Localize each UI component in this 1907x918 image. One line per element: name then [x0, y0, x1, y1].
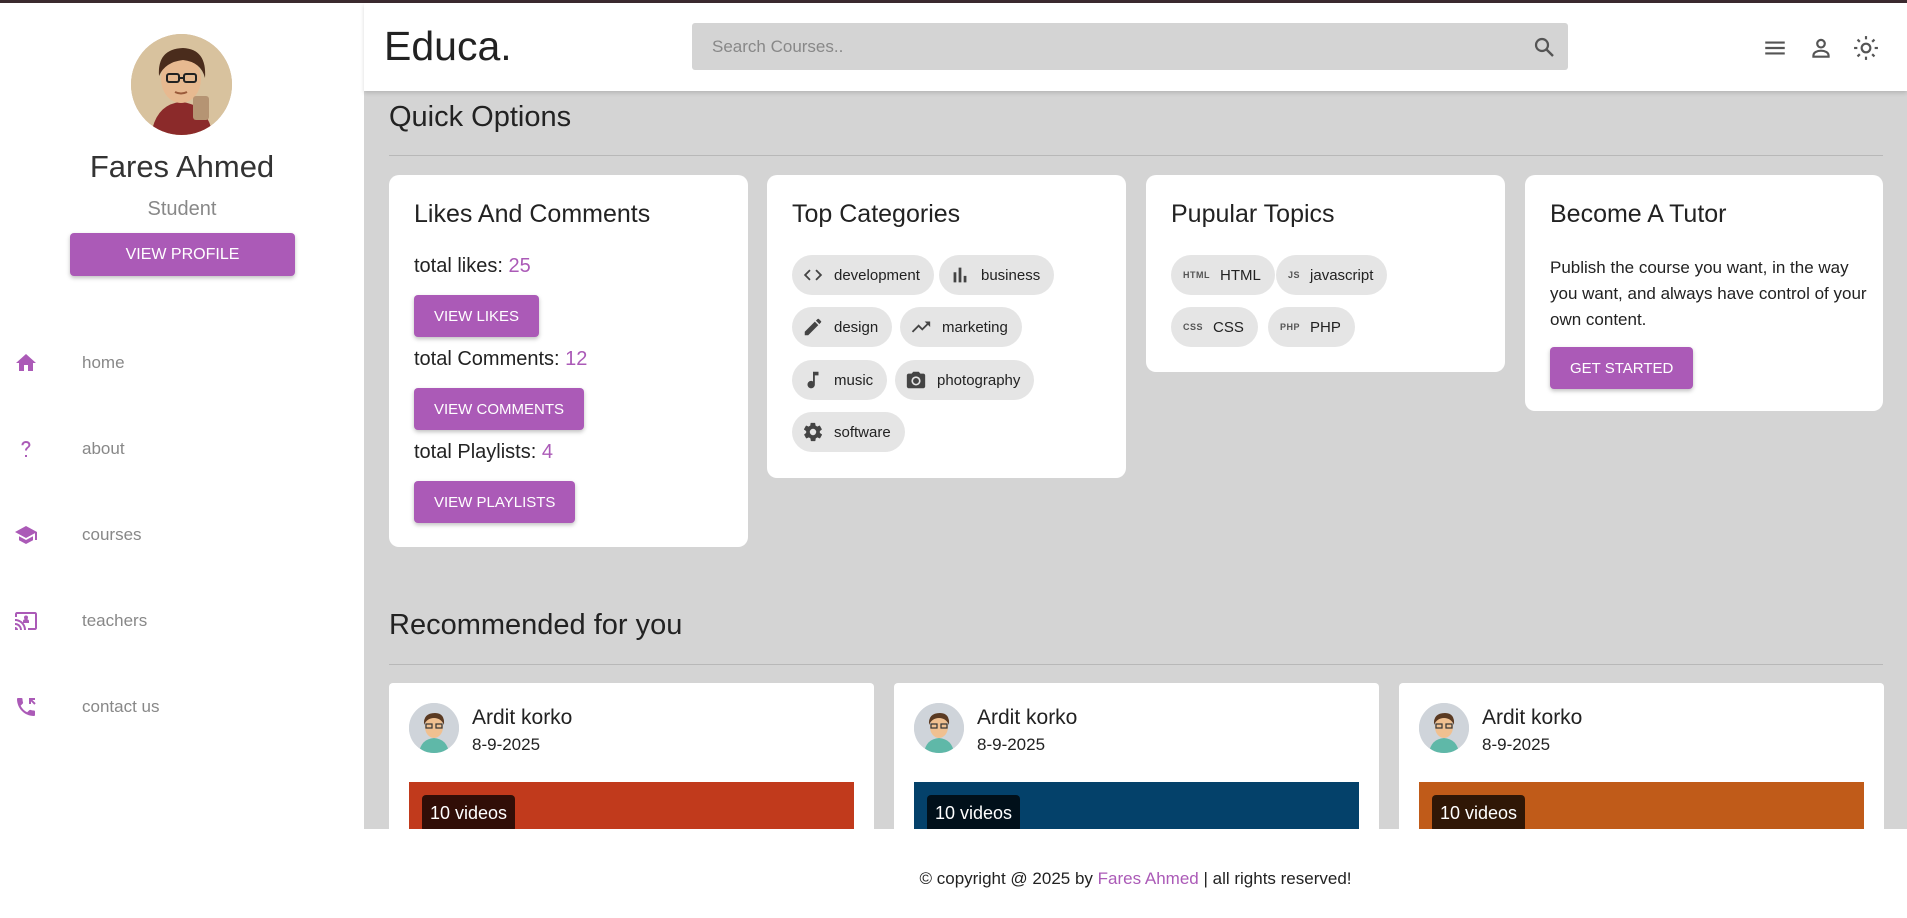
user-icon[interactable]	[1808, 35, 1834, 61]
category-marketing[interactable]: marketing	[900, 307, 1022, 347]
sidebar-item-contact[interactable]: contact us	[0, 677, 364, 737]
course-date: 8-9-2025	[1482, 735, 1551, 754]
tutor-name: Ardit korko	[1482, 706, 1583, 729]
code-icon	[800, 262, 826, 288]
app-logo[interactable]: Educa.	[384, 23, 512, 70]
total-comments: total Comments: 12	[414, 348, 588, 370]
topic-javascript[interactable]: JS javascript	[1276, 255, 1388, 295]
presentation-icon	[13, 608, 39, 634]
pencil-icon	[800, 314, 826, 340]
category-design[interactable]: design	[792, 307, 893, 347]
comments-count: 12	[565, 348, 588, 370]
likes-count: 25	[508, 255, 531, 277]
tutor-description: Publish the course you want, in the way …	[1550, 258, 1867, 329]
category-software[interactable]: software	[792, 412, 905, 452]
trending-up-icon	[908, 314, 934, 340]
category-music[interactable]: music	[792, 360, 888, 400]
graduation-cap-icon	[13, 522, 39, 548]
profile-avatar[interactable]	[131, 34, 232, 135]
divider	[389, 664, 1883, 665]
copyright-text: © copyright @ 2025 by	[919, 869, 1098, 888]
likes-comments-card: Likes And Comments total likes: 25 VIEW …	[389, 175, 748, 547]
sidebar-item-label: courses	[82, 525, 142, 544]
search-bar	[692, 23, 1568, 70]
topic-css[interactable]: CSS CSS	[1171, 307, 1258, 347]
header: Educa.	[364, 3, 1907, 91]
sidebar: Fares Ahmed Student VIEW PROFILE home ab…	[0, 3, 364, 829]
sidebar-item-label: teachers	[82, 611, 148, 630]
rights-text: | all rights reserved!	[1198, 869, 1352, 888]
category-development[interactable]: development	[792, 255, 934, 295]
profile-name: Fares Ahmed	[89, 149, 275, 184]
video-count-badge: 10 videos	[1432, 795, 1526, 829]
divider	[389, 155, 1883, 156]
tutor-avatar	[409, 703, 459, 753]
view-likes-button[interactable]: VIEW LIKES	[414, 295, 540, 337]
course-date: 8-9-2025	[472, 735, 541, 754]
sidebar-item-label: contact us	[82, 697, 160, 716]
category-business[interactable]: business	[939, 255, 1055, 295]
playlists-count: 4	[541, 441, 553, 463]
category-photography[interactable]: photography	[895, 360, 1035, 400]
html-icon: HTML	[1183, 270, 1210, 280]
top-categories-card: Top Categories development business desi…	[767, 175, 1126, 478]
footer: © copyright @ 2025 by Fares Ahmed | all …	[364, 829, 1907, 918]
menu-icon[interactable]	[1762, 35, 1788, 61]
quick-options-title: Quick Options	[389, 101, 572, 133]
course-thumbnail[interactable]: 10 videos	[1419, 782, 1864, 829]
javascript-icon: JS	[1288, 270, 1301, 280]
phone-icon	[13, 694, 39, 720]
popular-topics-card: Pupular Topics HTML HTML JS javascript C…	[1146, 175, 1505, 372]
view-comments-button[interactable]: VIEW COMMENTS	[414, 388, 584, 430]
tutor-avatar	[1419, 703, 1469, 753]
theme-toggle-icon[interactable]	[1853, 35, 1879, 61]
course-card[interactable]: Ardit korko 8-9-2025 10 videos	[389, 683, 874, 829]
get-started-button[interactable]: GET STARTED	[1550, 347, 1694, 389]
tutor-avatar	[914, 703, 964, 753]
bar-chart-icon	[947, 262, 973, 288]
php-icon: PHP	[1280, 322, 1301, 332]
card-title: Likes And Comments	[414, 200, 651, 228]
topic-php[interactable]: PHP PHP	[1268, 307, 1355, 347]
home-icon	[13, 350, 39, 376]
course-thumbnail[interactable]: 10 videos	[914, 782, 1359, 829]
gear-icon	[800, 419, 826, 445]
css-icon: CSS	[1183, 322, 1204, 332]
sidebar-item-about[interactable]: about	[0, 419, 364, 479]
course-date: 8-9-2025	[977, 735, 1046, 754]
card-title: Pupular Topics	[1171, 200, 1335, 228]
main-content: Quick Options Likes And Comments total l…	[364, 91, 1907, 829]
tutor-name: Ardit korko	[472, 706, 573, 729]
total-playlists: total Playlists: 4	[414, 441, 553, 463]
video-count-badge: 10 videos	[422, 795, 516, 829]
total-likes: total likes: 25	[414, 255, 531, 277]
course-card[interactable]: Ardit korko 8-9-2025 10 videos	[894, 683, 1379, 829]
become-tutor-card: Become A Tutor Publish the course you wa…	[1525, 175, 1883, 411]
topic-html[interactable]: HTML HTML	[1171, 255, 1275, 295]
course-card[interactable]: Ardit korko 8-9-2025 10 videos	[1399, 683, 1884, 829]
course-thumbnail[interactable]: 10 videos	[409, 782, 854, 829]
view-profile-button[interactable]: VIEW PROFILE	[70, 233, 295, 276]
sidebar-item-home[interactable]: home	[0, 333, 364, 393]
question-icon	[13, 436, 39, 462]
tutor-name: Ardit korko	[977, 706, 1078, 729]
sidebar-item-label: about	[82, 439, 125, 458]
profile-role: Student	[147, 198, 217, 220]
card-title: Top Categories	[792, 200, 961, 228]
footer-author-link[interactable]: Fares Ahmed	[1098, 869, 1199, 888]
card-title: Become A Tutor	[1550, 200, 1727, 228]
video-count-badge: 10 videos	[927, 795, 1021, 829]
recommended-title: Recommended for you	[389, 609, 683, 641]
sidebar-item-label: home	[82, 353, 125, 372]
sidebar-item-teachers[interactable]: teachers	[0, 591, 364, 651]
search-icon[interactable]	[1532, 35, 1556, 59]
view-playlists-button[interactable]: VIEW PLAYLISTS	[414, 481, 576, 523]
search-input[interactable]	[692, 23, 1512, 70]
sidebar-item-courses[interactable]: courses	[0, 505, 364, 565]
music-note-icon	[800, 367, 826, 393]
camera-icon	[903, 367, 929, 393]
